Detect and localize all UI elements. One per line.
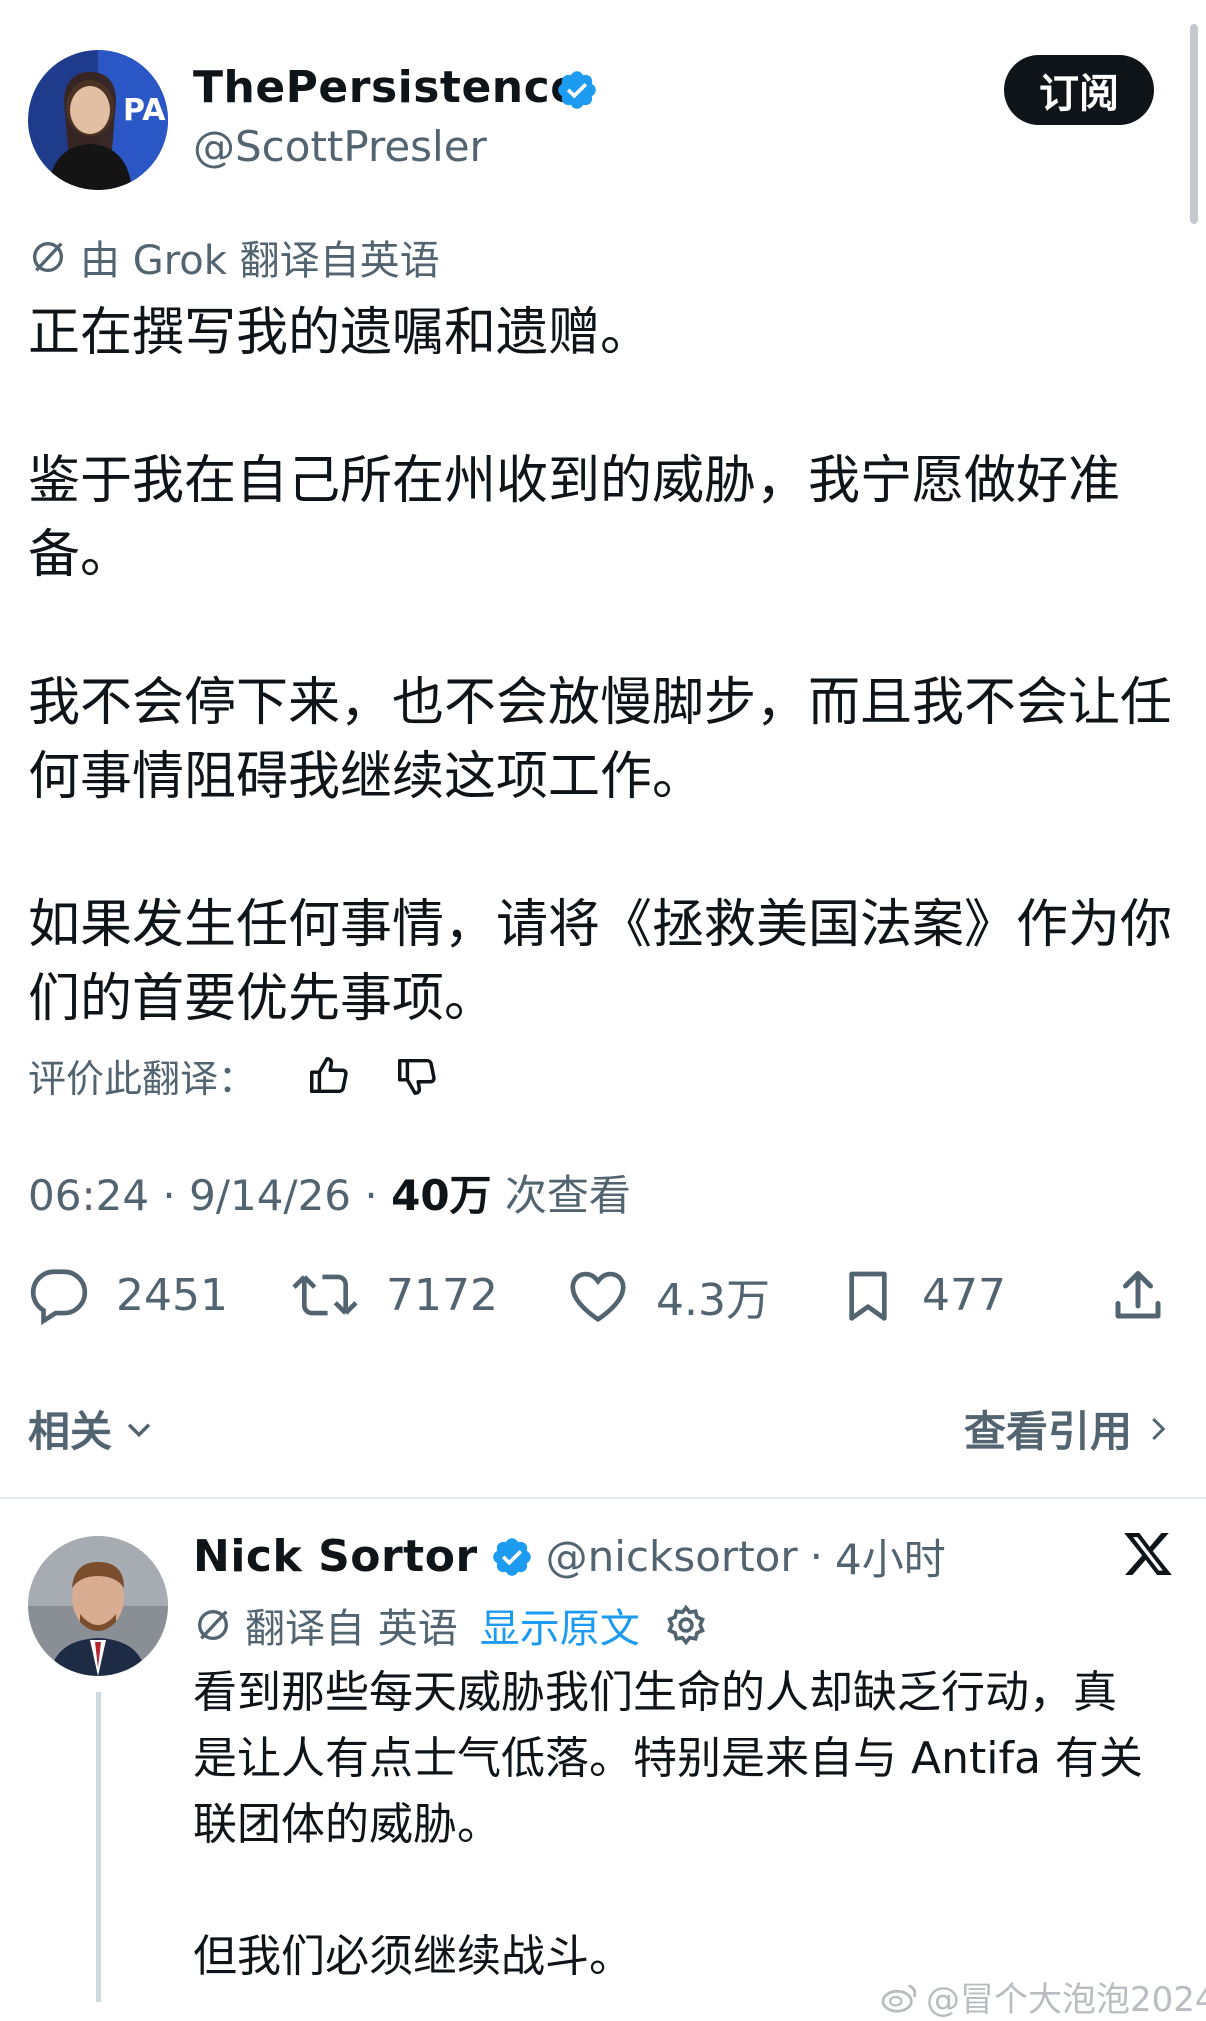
tweet-metadata: 06:24 · 9/14/26 · 40万 次查看 xyxy=(28,1171,631,1220)
reply-icon xyxy=(30,1269,88,1326)
author-handle[interactable]: @ScottPresler xyxy=(193,122,487,171)
retweet-count: 7172 xyxy=(386,1269,498,1321)
translate-icon xyxy=(33,242,63,272)
chevron-down-icon xyxy=(127,1423,151,1437)
thread-line xyxy=(96,1692,101,2002)
views-count: 40万 xyxy=(391,1171,492,1220)
reply-avatar[interactable] xyxy=(28,1536,168,1676)
reply-translation-notice: 翻译自 英语 显示原文 xyxy=(193,1596,708,1654)
scrollbar[interactable] xyxy=(1190,24,1198,224)
tweet-date[interactable]: 9/14/26 xyxy=(189,1171,351,1220)
x-logo-icon[interactable] xyxy=(1122,1528,1174,1580)
reply-author-handle[interactable]: @nicksortor xyxy=(546,1532,798,1581)
related-toggle[interactable]: 相关 xyxy=(28,1398,156,1459)
author-name[interactable]: ThePersistence xyxy=(193,62,581,113)
tweet-time[interactable]: 06:24 xyxy=(28,1171,149,1220)
translation-notice-text: 由 Grok 翻译自英语 xyxy=(80,238,440,284)
svg-text:PA: PA xyxy=(123,93,166,128)
view-quotes-link[interactable]: 查看引用 xyxy=(964,1398,1172,1459)
tweet-paragraph: 鉴于我在自己所在州收到的威胁，我宁愿做好准备。 xyxy=(28,451,1121,585)
watermark-text: @冒个大泡泡2024 xyxy=(926,1980,1206,2020)
translated-from-text: 翻译自 英语 xyxy=(245,1606,458,1652)
subscribe-button[interactable]: 订阅 xyxy=(1004,55,1154,125)
retweet-icon xyxy=(292,1274,358,1316)
tweet-paragraph: 正在撰写我的遗嘱和遗赠。 xyxy=(28,303,653,363)
like-count: 4.3万 xyxy=(656,1275,770,1326)
reply-time[interactable]: 4小时 xyxy=(835,1526,946,1587)
translate-icon xyxy=(198,1610,228,1640)
bookmark-icon xyxy=(849,1271,887,1321)
retweet-button[interactable]: 7172 xyxy=(290,1264,498,1326)
reply-count: 2451 xyxy=(116,1269,228,1321)
divider xyxy=(0,1497,1206,1499)
view-quotes-label: 查看引用 xyxy=(964,1407,1133,1456)
gear-icon[interactable] xyxy=(664,1603,708,1647)
related-label: 相关 xyxy=(28,1407,113,1456)
weibo-icon xyxy=(881,1983,917,2013)
bookmark-button[interactable]: 477 xyxy=(840,1264,1006,1326)
reply-paragraph: 看到那些每天威胁我们生命的人却缺乏行动，真是让人有点士气低落。特别是来自与 An… xyxy=(193,1667,1143,1850)
reply-author-name[interactable]: Nick Sortor xyxy=(193,1531,478,1582)
tweet-paragraph: 我不会停下来，也不会放慢脚步，而且我不会让任何事情阻碍我继续这项工作。 xyxy=(28,673,1173,807)
verified-badge-icon xyxy=(492,1537,531,1576)
rate-translation-label: 评价此翻译： xyxy=(28,1057,257,1101)
thumbs-down-icon[interactable] xyxy=(394,1053,440,1099)
translation-notice: 由 Grok 翻译自英语 xyxy=(28,228,440,286)
heart-icon xyxy=(570,1271,626,1322)
bookmark-count: 477 xyxy=(922,1269,1006,1321)
reply-button[interactable]: 2451 xyxy=(28,1264,228,1326)
tweet-text: 正在撰写我的遗嘱和遗赠。 鉴于我在自己所在州收到的威胁，我宁愿做好准备。 我不会… xyxy=(28,296,1178,1036)
share-icon[interactable] xyxy=(1108,1266,1168,1326)
show-original-link[interactable]: 显示原文 xyxy=(480,1596,640,1654)
avatar[interactable]: PA xyxy=(28,50,168,190)
chevron-right-icon xyxy=(1152,1417,1166,1440)
views-label: 次查看 xyxy=(504,1171,631,1220)
watermark: @冒个大泡泡2024 xyxy=(880,1972,1206,2021)
reply-header: Nick Sortor @nicksortor · 4小时 xyxy=(193,1526,946,1587)
verified-badge-icon xyxy=(558,71,596,109)
thumbs-up-icon[interactable] xyxy=(306,1053,352,1099)
tweet-paragraph: 如果发生任何事情，请将《拯救美国法案》作为你们的首要优先事项。 xyxy=(28,895,1173,1029)
reply-text: 看到那些每天威胁我们生命的人却缺乏行动，真是让人有点士气低落。特别是来自与 An… xyxy=(193,1660,1153,1990)
like-button[interactable]: 4.3万 xyxy=(566,1264,770,1328)
rate-translation: 评价此翻译： xyxy=(28,1048,440,1103)
